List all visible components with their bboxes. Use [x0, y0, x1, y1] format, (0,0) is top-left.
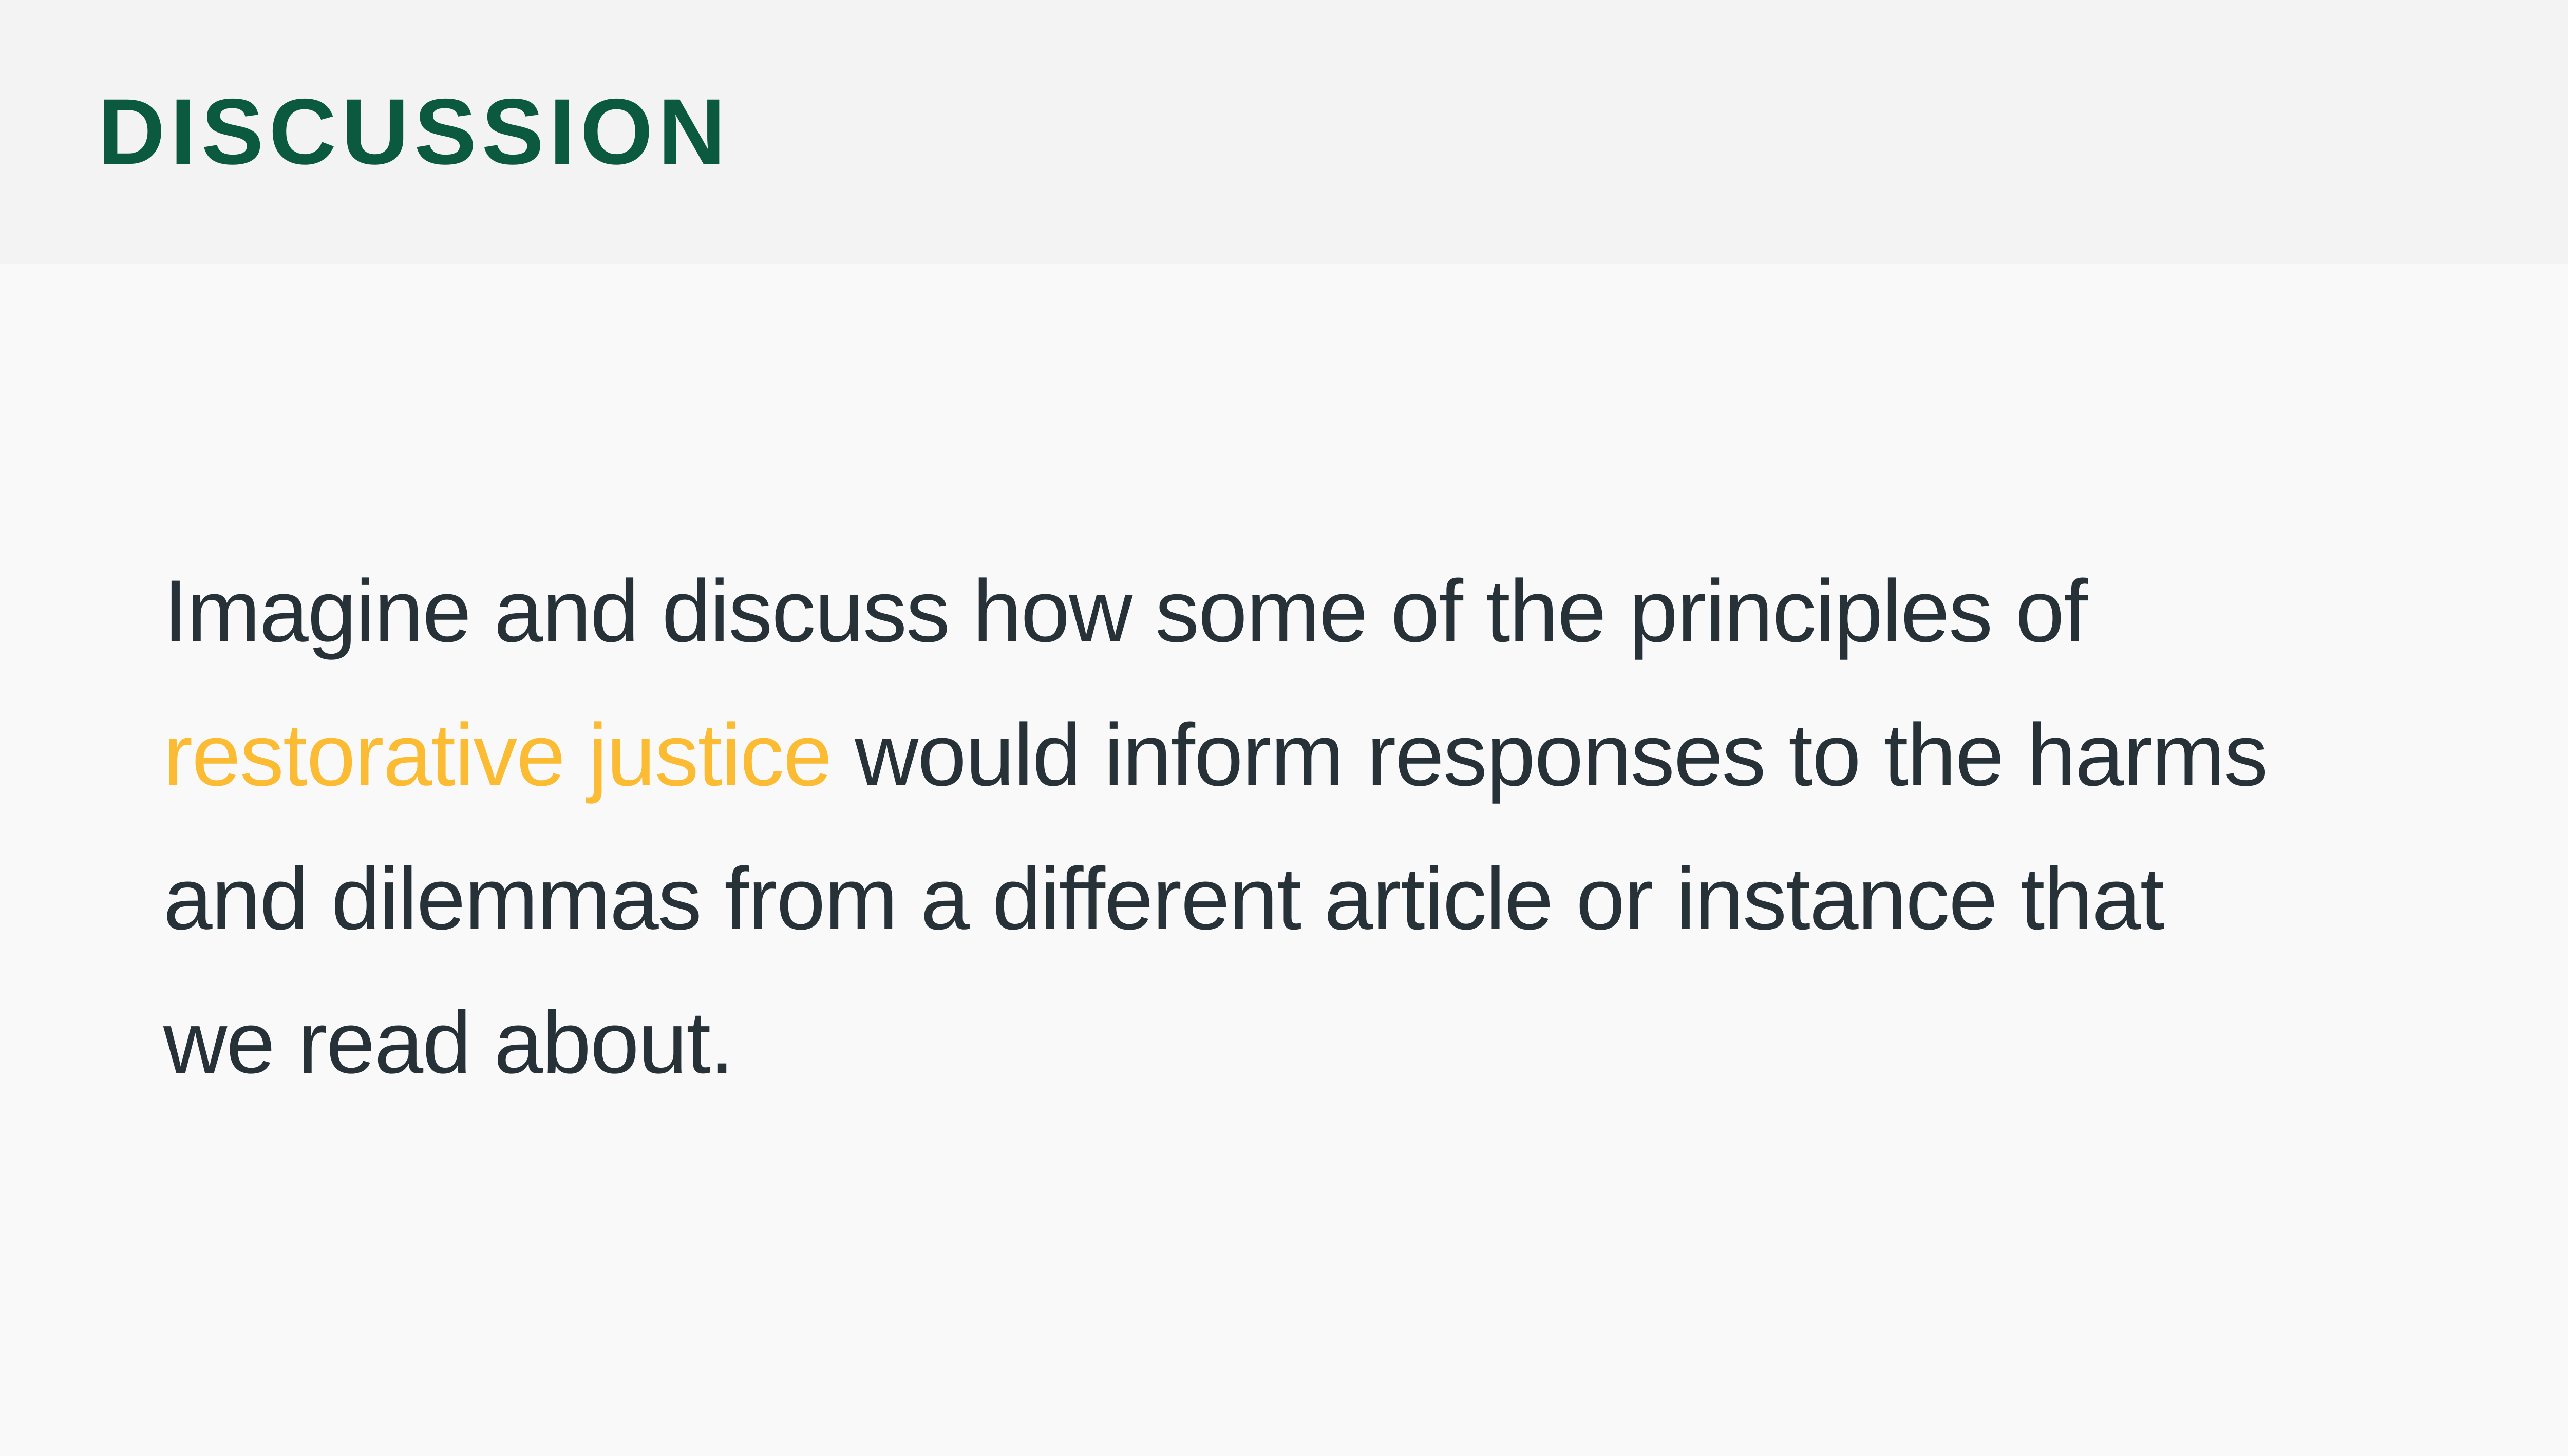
- prompt-line-2-rest: would inform responses to the harms: [831, 706, 2268, 804]
- prompt-line-3: and dilemmas from a different article or…: [163, 849, 2165, 948]
- highlighted-term: restorative justice: [163, 706, 832, 804]
- slide-header: DISCUSSION: [0, 0, 2568, 264]
- prompt-line-2: restorative justice would inform respons…: [163, 683, 2475, 827]
- discussion-prompt: Imagine and discuss how some of the prin…: [163, 539, 2475, 1114]
- prompt-line-4: we read about.: [163, 993, 734, 1092]
- slide-title: DISCUSSION: [98, 79, 731, 184]
- prompt-line-1: Imagine and discuss how some of the prin…: [163, 562, 2088, 660]
